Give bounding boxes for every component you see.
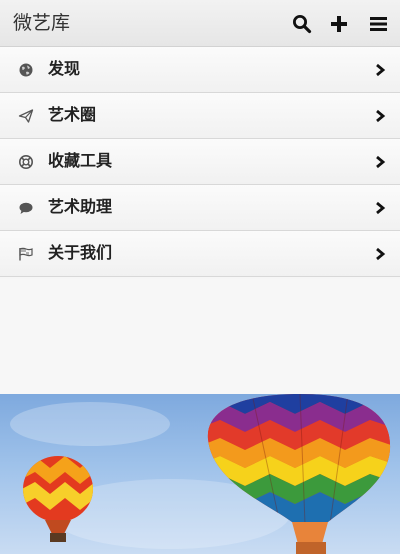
menu-item-about-us[interactable]: 关于我们 [0,231,400,277]
lifebuoy-icon [19,155,33,169]
app-title: 微艺库 [13,12,71,34]
globe-icon [19,63,33,77]
menu-item-label: 艺术助理 [48,197,113,216]
chevron-right-icon [376,63,386,77]
menu-item-collect-tools[interactable]: 收藏工具 [0,139,400,185]
app-screen: 微艺库 发现 艺术圈 收藏工具 艺术助理 关于我们 [0,0,400,554]
chevron-right-icon [376,109,386,123]
plus-icon[interactable] [329,14,349,34]
hamburger-menu-icon[interactable] [369,14,389,34]
chat-bubble-icon [19,202,33,214]
flag-icon [19,247,33,261]
menu-item-art-circle[interactable]: 艺术圈 [0,93,400,139]
menu-item-label: 关于我们 [48,243,113,262]
chevron-right-icon [376,201,386,215]
menu-item-discover[interactable]: 发现 [0,47,400,93]
chevron-right-icon [376,155,386,169]
menu-item-label: 艺术圈 [48,105,97,124]
search-icon[interactable] [292,14,312,34]
hot-air-balloons-image [10,394,391,554]
menu-item-label: 发现 [48,59,81,78]
hot-air-balloons-banner [0,394,400,554]
empty-content-area [0,279,400,394]
paper-plane-icon [18,109,34,123]
chevron-right-icon [376,247,386,261]
menu-item-label: 收藏工具 [48,151,113,170]
main-menu: 发现 艺术圈 收藏工具 艺术助理 关于我们 [0,47,400,277]
menu-item-art-assistant[interactable]: 艺术助理 [0,185,400,231]
top-bar: 微艺库 [0,0,400,47]
